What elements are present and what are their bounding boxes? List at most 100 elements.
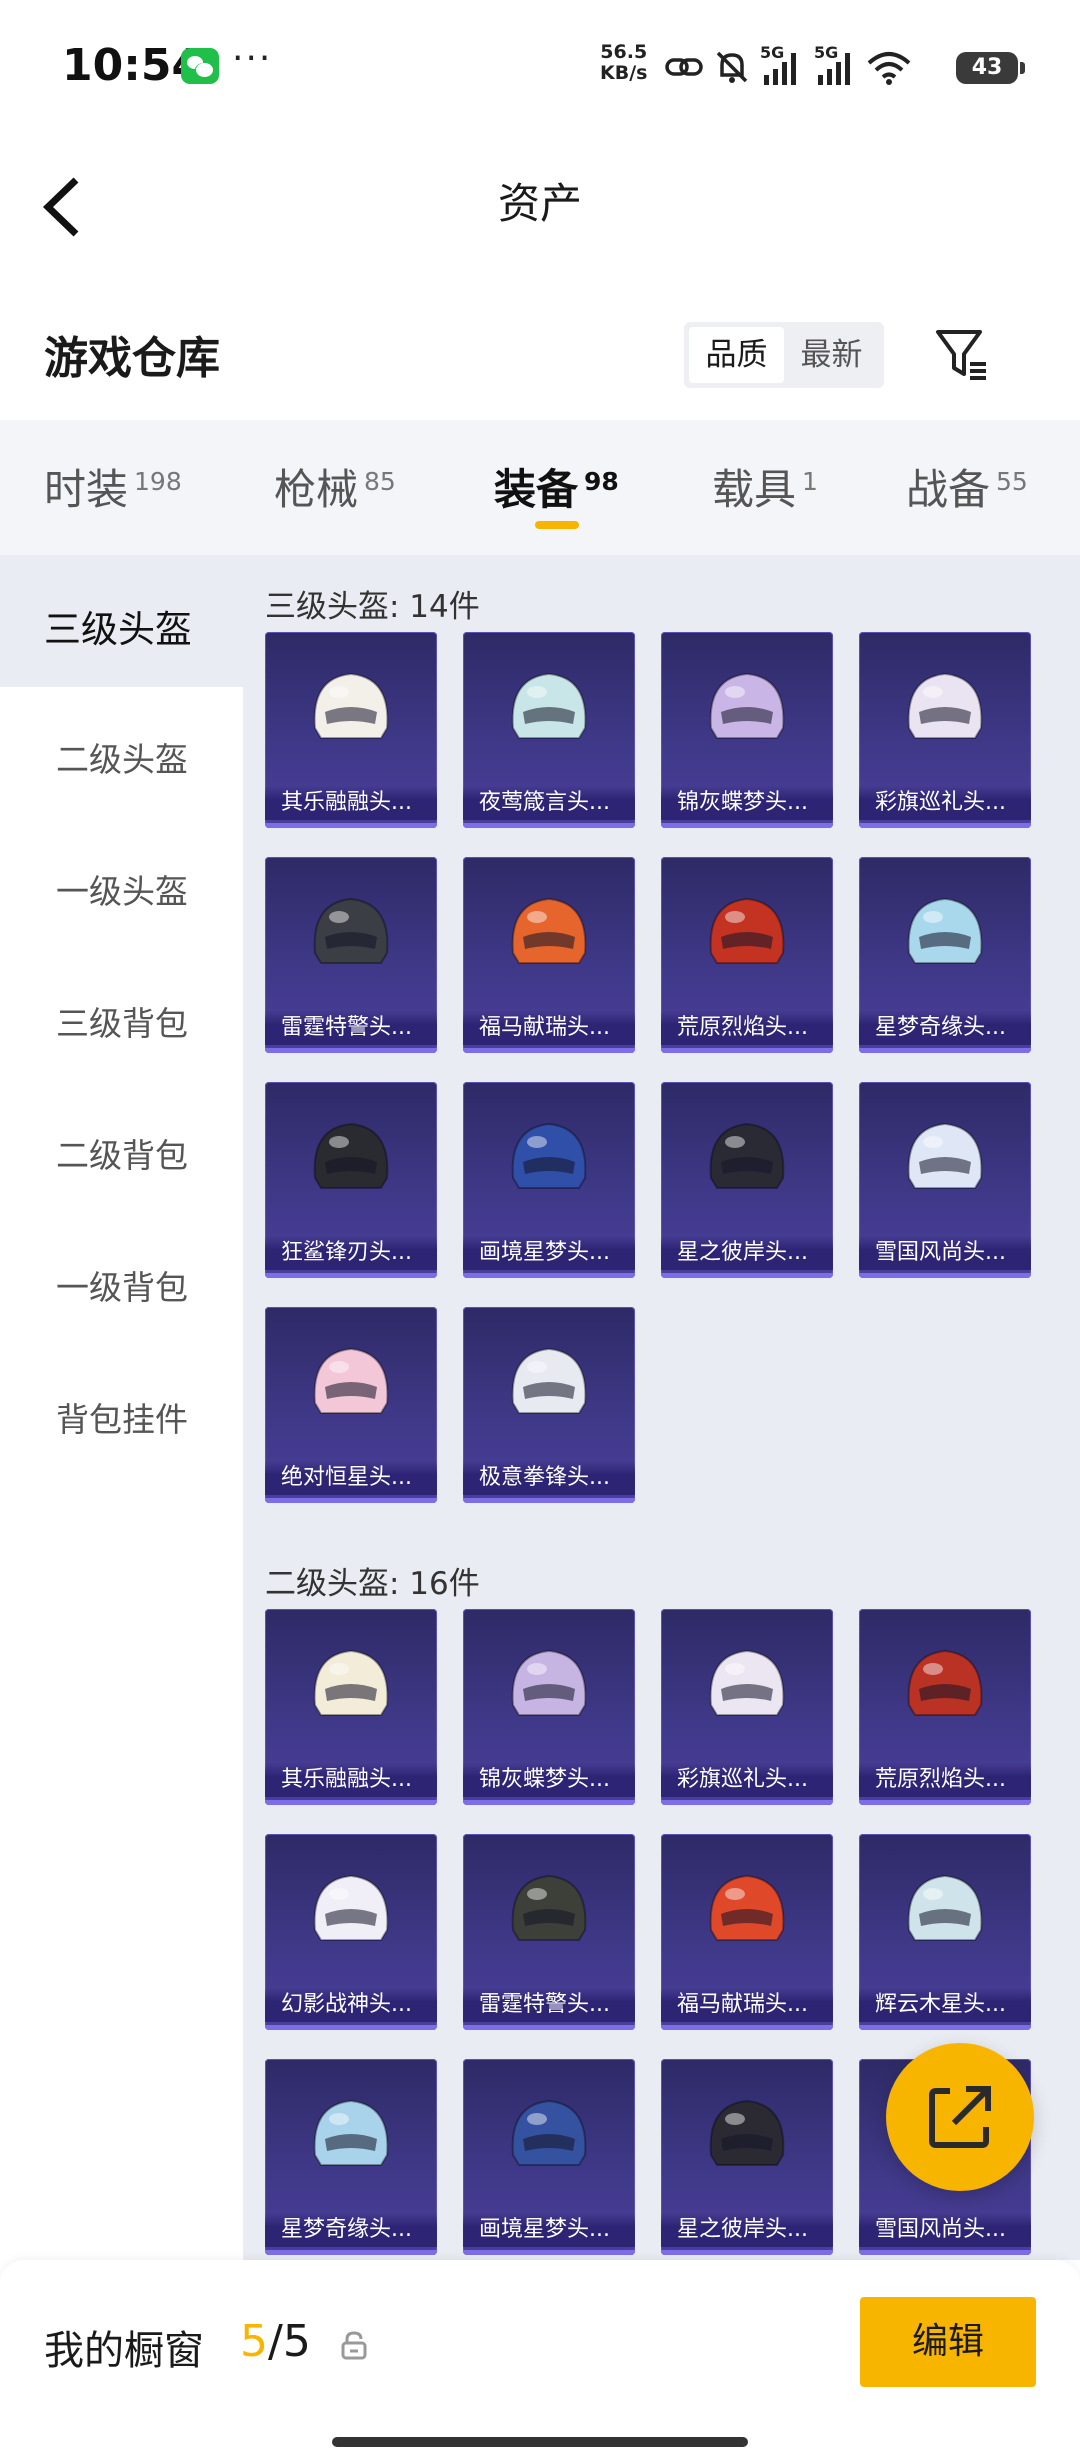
wifi-icon [867,52,911,85]
item-card[interactable]: 荒原烈焰头... [661,857,833,1053]
item-card[interactable]: 幻影战神头... [265,1834,437,2030]
sidebar-item-level2-helmet[interactable]: 二级头盔 [0,687,243,819]
item-card[interactable]: 彩旗巡礼头... [661,1609,833,1805]
sidebar-item-label: 一级背包 [56,1268,188,1307]
helmet-icon [709,2099,785,2166]
item-name: 其乐融融头... [265,786,437,820]
mute-bell-icon [716,51,748,83]
item-card[interactable]: 星梦奇缘头... [265,2059,437,2255]
item-name: 星之彼岸头... [661,1236,833,1270]
sort-by-quality[interactable]: 品质 [689,327,784,383]
item-card[interactable]: 彩旗巡礼头... [859,632,1031,828]
item-name: 雪国风尚头... [859,2213,1031,2247]
item-name: 极意拳锋头... [463,1461,635,1495]
item-name: 绝对恒星头... [265,1461,437,1495]
helmet-icon [511,672,587,739]
tab-label: 装备 [494,465,579,514]
sidebar-item-level1-helmet[interactable]: 一级头盔 [0,819,243,951]
sidebar: 三级头盔 二级头盔 一级头盔 三级背包 二级背包 一级背包 背包挂件 [0,555,243,2260]
wechat-notification-icon [181,48,219,84]
showcase-separator: / [268,2316,283,2367]
item-card[interactable]: 画境星梦头... [463,2059,635,2255]
item-card[interactable]: 雷霆特警头... [463,1834,635,2030]
helmet-icon [313,672,389,739]
helmet-icon [709,672,785,739]
tab-count: 1 [802,467,818,496]
tab-label: 时装 [44,465,129,514]
helmet-icon [709,1649,785,1716]
sort-by-newest[interactable]: 最新 [784,327,879,383]
share-button[interactable] [886,2043,1034,2191]
item-card[interactable]: 星梦奇缘头... [859,857,1031,1053]
sidebar-item-backpack-charm[interactable]: 背包挂件 [0,1347,243,1479]
item-card[interactable]: 锦灰蝶梦头... [463,1609,635,1805]
sidebar-item-level1-backpack[interactable]: 一级背包 [0,1215,243,1347]
item-card[interactable]: 星之彼岸头... [661,1082,833,1278]
item-card[interactable]: 其乐融融头... [265,632,437,828]
showcase-total: 5 [282,2316,311,2367]
item-card[interactable]: 绝对恒星头... [265,1307,437,1503]
item-name: 其乐融融头... [265,1763,437,1797]
filter-icon [936,330,986,380]
sidebar-item-level3-backpack[interactable]: 三级背包 [0,951,243,1083]
item-grid: 三级头盔: 14件 二级头盔: 16件 其乐融融头... 夜莺箴言头... 锦灰蝶梦… [243,555,1080,2260]
helmet-icon [511,897,587,964]
tab-fashion[interactable]: 时装 198 [44,456,182,517]
item-card[interactable]: 辉云木星头... [859,1834,1031,2030]
sidebar-item-level2-backpack[interactable]: 二级背包 [0,1083,243,1215]
helmet-icon [511,2099,587,2166]
item-card[interactable]: 福马献瑞头... [661,1834,833,2030]
tab-label: 载具 [712,465,797,514]
item-card[interactable]: 狂鲨锋刃头... [265,1082,437,1278]
tab-equipment[interactable]: 装备 98 [494,456,619,517]
helmet-icon [709,897,785,964]
item-name: 福马献瑞头... [661,1988,833,2022]
item-card[interactable]: 锦灰蝶梦头... [661,632,833,828]
item-name: 福马献瑞头... [463,1011,635,1045]
item-name: 狂鲨锋刃头... [265,1236,437,1270]
lock-icon [341,2331,367,2360]
tab-count: 198 [134,467,182,496]
group-title: 三级头盔: 14件 [265,589,480,625]
helmet-icon [907,897,983,964]
item-card[interactable]: 雷霆特警头... [265,857,437,1053]
sidebar-item-level3-helmet[interactable]: 三级头盔 [0,555,243,687]
edit-button[interactable]: 编辑 [860,2297,1036,2387]
share-icon [929,2086,991,2148]
network-speed-value: 56.5 [600,41,648,63]
item-card[interactable]: 其乐融融头... [265,1609,437,1805]
status-icons: 5G 5G [664,42,920,92]
network-speed: 56.5 KB/s [600,42,647,84]
helmet-icon [907,1122,983,1189]
battery-icon: 43 [956,52,1025,84]
item-card[interactable]: 画境星梦头... [463,1082,635,1278]
item-name: 彩旗巡礼头... [859,786,1031,820]
helmet-icon [313,1347,389,1414]
item-card[interactable]: 星之彼岸头... [661,2059,833,2255]
item-name: 荒原烈焰头... [859,1763,1031,1797]
showcase-bar: 我的橱窗 5/5 编辑 [0,2260,1080,2460]
helmet-icon [313,1649,389,1716]
page-title: 资产 [497,179,582,228]
item-card[interactable]: 夜莺箴言头... [463,632,635,828]
showcase-count: 5/5 [240,2316,311,2367]
sidebar-item-label: 背包挂件 [56,1400,188,1439]
sidebar-item-label: 二级背包 [56,1136,188,1175]
item-name: 雷霆特警头... [463,1988,635,2022]
tab-vehicles[interactable]: 载具 1 [712,456,818,517]
item-name: 雪国风尚头... [859,1236,1031,1270]
filter-button[interactable] [932,324,992,384]
tab-supplies[interactable]: 战备 55 [906,456,1028,517]
signal-bars-icon [818,53,850,85]
item-card[interactable]: 极意拳锋头... [463,1307,635,1503]
item-card[interactable]: 雪国风尚头... [859,1082,1031,1278]
tab-label: 战备 [906,465,991,514]
showcase-current: 5 [240,2316,268,2367]
sort-toggle: 品质 最新 [684,322,884,388]
tab-guns[interactable]: 枪械 85 [274,456,396,517]
item-card[interactable]: 荒原烈焰头... [859,1609,1031,1805]
item-name: 幻影战神头... [265,1988,437,2022]
group-title: 二级头盔: 16件 [265,1566,480,1602]
item-card[interactable]: 福马献瑞头... [463,857,635,1053]
helmet-icon [907,1874,983,1941]
